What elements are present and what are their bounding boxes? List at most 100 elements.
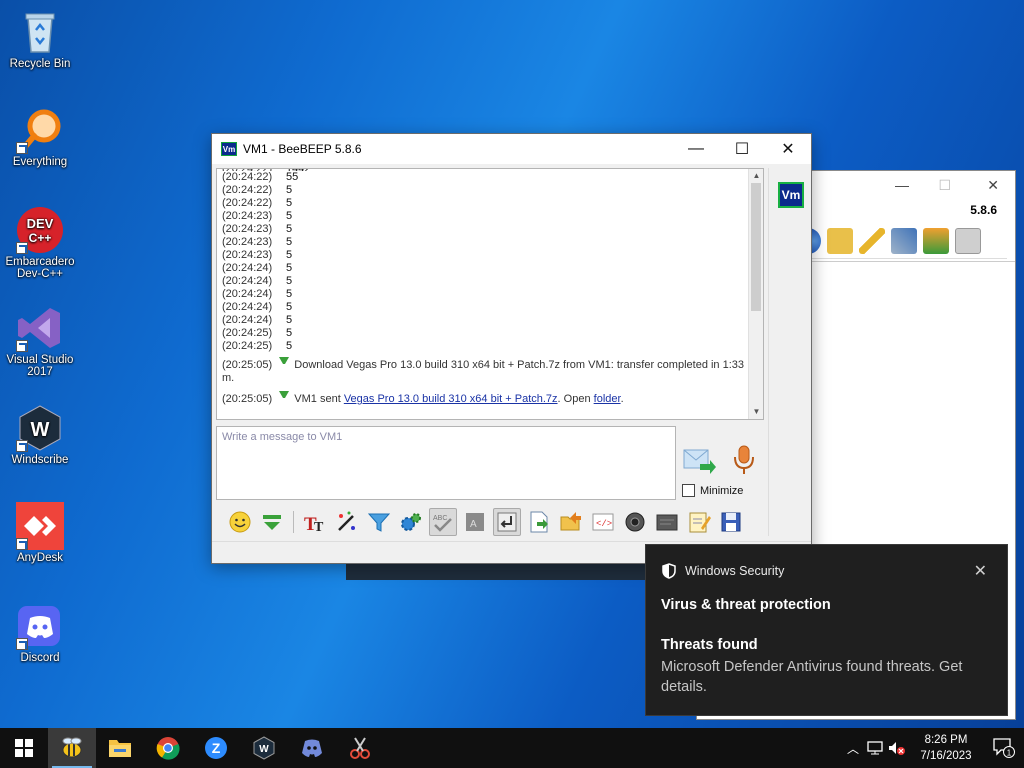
maximize-button[interactable]: ☐	[719, 134, 765, 164]
desktop-icon-label: Embarcadero Dev-C++	[5, 256, 75, 280]
chat-window[interactable]: Vm VM1 - BeeBEEP 5.8.6 — ☐ ✕ (20:24:22)1…	[211, 133, 812, 564]
notification-title: Virus & threat protection	[661, 597, 831, 613]
taskbar-beebeep[interactable]	[48, 728, 96, 768]
shield-icon	[662, 563, 676, 579]
taskbar-clock[interactable]: 8:26 PM 7/16/2023	[908, 732, 984, 764]
maximize-icon[interactable]: ☐	[938, 177, 951, 194]
start-button[interactable]	[0, 728, 48, 768]
chat-scrollbar[interactable]: ▲ ▼	[748, 169, 763, 419]
camera-icon	[625, 512, 645, 532]
chat-time: (20:24:24)	[222, 301, 273, 313]
message-compose-box[interactable]	[216, 426, 676, 500]
emoticon-list-button[interactable]	[258, 508, 286, 536]
desktop-icon-devcpp[interactable]: DEV C++ Embarcadero Dev-C++	[4, 206, 76, 280]
folder-icon	[109, 740, 131, 757]
close-button[interactable]: ✕	[765, 134, 811, 164]
taskbar-windscribe[interactable]: W	[240, 728, 288, 768]
font-button[interactable]: TT	[301, 508, 329, 536]
send-file-button[interactable]	[525, 508, 553, 536]
chat-history[interactable]: (20:24:22)1442 (20:24:22)55 (20:24:22)5(…	[216, 168, 764, 420]
notepad-pencil-icon	[689, 512, 711, 533]
scroll-up-icon[interactable]: ▲	[749, 169, 763, 183]
pencil-icon[interactable]	[859, 227, 885, 254]
taskbar-discord[interactable]	[288, 728, 336, 768]
show-hidden-icons-chevron-icon[interactable]: ︿	[842, 728, 864, 768]
desktop-icon-everything[interactable]: Everything	[4, 106, 76, 168]
chat-time: (20:24:22)	[222, 184, 273, 196]
file-link[interactable]: Vegas Pro 13.0 build 310 x64 bit + Patch…	[344, 393, 558, 405]
beebeep-app-icon: Vm	[221, 142, 237, 156]
desktop-icon-visual-studio[interactable]: Visual Studio 2017	[4, 304, 76, 378]
notification-close-button[interactable]: ✕	[974, 561, 987, 581]
chat-time: (20:24:24)	[222, 275, 273, 287]
filter-button[interactable]	[365, 508, 393, 536]
trash-icon[interactable]	[955, 227, 981, 254]
chat-time: (20:24:24)	[222, 288, 273, 300]
send-button[interactable]	[682, 446, 716, 476]
minimize-icon[interactable]: —	[895, 177, 909, 193]
taskbar-file-explorer[interactable]	[96, 728, 144, 768]
action-center-button[interactable]: 1	[984, 728, 1024, 768]
font-icon: TT	[304, 514, 324, 534]
taskbar-zoom[interactable]: Z	[192, 728, 240, 768]
volume-muted-icon[interactable]	[886, 728, 908, 768]
voice-message-button[interactable]	[732, 444, 756, 476]
window-titlebar[interactable]: Vm VM1 - BeeBEEP 5.8.6 — ☐ ✕	[212, 134, 811, 164]
network-icon[interactable]	[864, 728, 886, 768]
tools-icon[interactable]	[891, 227, 917, 254]
svg-text:DEV: DEV	[27, 216, 54, 231]
minimize-checkbox[interactable]	[682, 484, 695, 497]
emoticon-button[interactable]	[226, 508, 254, 536]
chat-line: (20:24:23) 5	[222, 210, 747, 223]
chat-message: 5	[286, 223, 293, 235]
save-button[interactable]	[717, 508, 745, 536]
desktop-icon-label: Everything	[12, 156, 68, 168]
filter-icon	[367, 513, 391, 532]
chat-time: (20:24:24)	[222, 262, 273, 274]
microphone-icon	[734, 445, 754, 474]
clear-chat-button[interactable]	[653, 508, 681, 536]
chat-time: (20:24:22)	[222, 197, 273, 209]
minimize-button[interactable]: —	[673, 134, 719, 164]
scroll-down-icon[interactable]: ▼	[749, 405, 763, 419]
shortcut-arrow-icon	[16, 538, 28, 550]
save-chat-button[interactable]	[685, 508, 713, 536]
message-input[interactable]	[217, 427, 675, 499]
desktop-icon-windscribe[interactable]: W Windscribe	[4, 404, 76, 466]
svg-text:ABC: ABC	[433, 515, 447, 522]
download-icon[interactable]	[923, 227, 949, 254]
word-completer-button[interactable]: A	[461, 508, 489, 536]
font-color-button[interactable]	[333, 508, 361, 536]
send-folder-button[interactable]	[557, 508, 585, 536]
taskbar-chrome[interactable]	[144, 728, 192, 768]
user-avatar[interactable]: Vm	[778, 182, 804, 208]
svg-text:A: A	[470, 519, 477, 530]
desktop-icon-discord[interactable]: Discord	[4, 602, 76, 664]
smiley-icon	[229, 511, 251, 533]
chat-message: 5	[286, 236, 293, 248]
desktop-icon-anydesk[interactable]: AnyDesk	[4, 502, 76, 564]
settings-button[interactable]	[397, 508, 425, 536]
minimize-option[interactable]: Minimize	[682, 484, 743, 497]
taskbar-snipping-tool[interactable]	[336, 728, 384, 768]
chat-line: (20:24:22) 55	[222, 171, 747, 184]
chat-toolbar: TT ABC A </>	[216, 506, 768, 538]
color-wand-icon	[338, 511, 355, 531]
folder-send-icon	[560, 512, 581, 531]
desktop-icon-recycle-bin[interactable]: Recycle Bin	[4, 8, 76, 70]
folder-link[interactable]: folder	[594, 393, 621, 405]
screenshot-button[interactable]	[621, 508, 649, 536]
chat-message: 5	[286, 327, 293, 339]
close-icon[interactable]: ✕	[987, 177, 999, 194]
chat-message: 5	[286, 249, 293, 261]
magnifier-icon	[16, 106, 64, 154]
scroll-thumb[interactable]	[751, 183, 761, 311]
chat-line: (20:24:24) 5	[222, 275, 747, 288]
mail-icon[interactable]	[827, 227, 853, 254]
code-button[interactable]: </>	[589, 508, 617, 536]
notification-body: Microsoft Defender Antivirus found threa…	[661, 659, 963, 695]
enter-to-send-button[interactable]	[493, 508, 521, 536]
spellcheck-button[interactable]: ABC	[429, 508, 457, 536]
security-notification[interactable]: Windows Security ✕ Virus & threat protec…	[645, 544, 1008, 716]
chat-line: (20:24:24) 5	[222, 301, 747, 314]
